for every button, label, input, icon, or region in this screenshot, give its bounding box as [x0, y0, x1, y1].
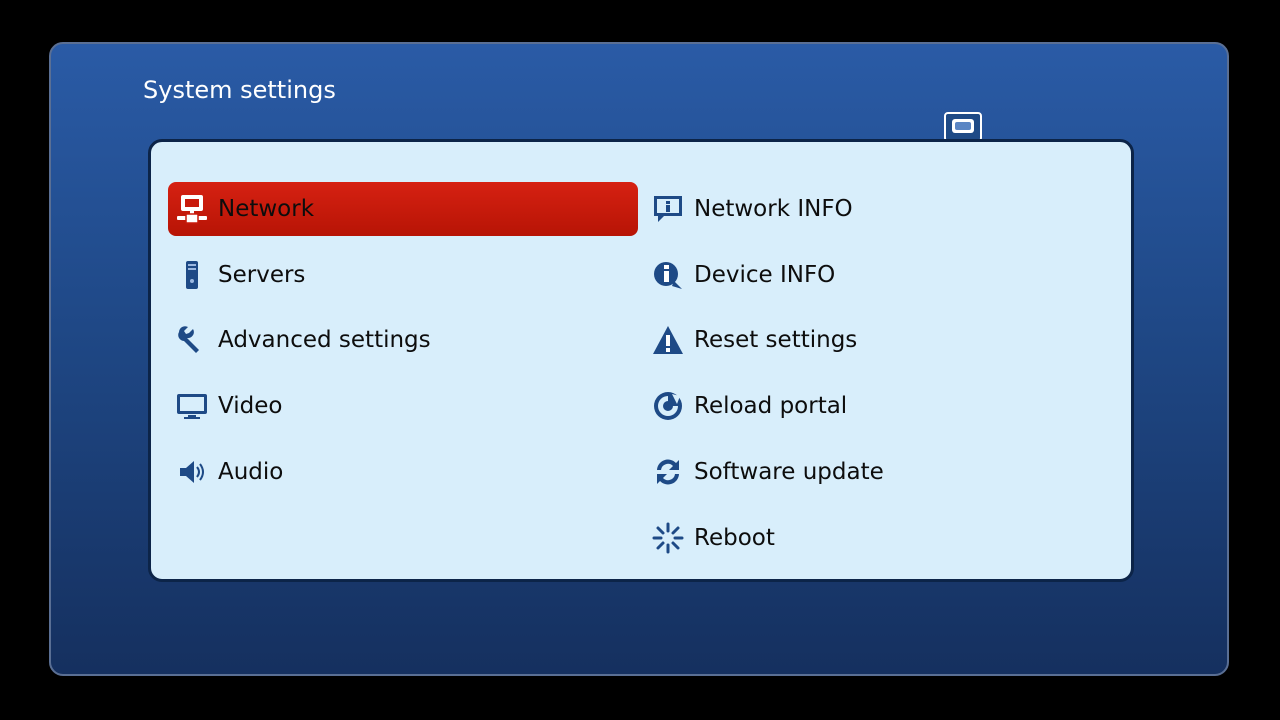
network-icon — [174, 191, 210, 227]
menu-panel: Network Servers Advanced settings Video — [148, 139, 1134, 582]
monitor-icon — [174, 388, 210, 424]
menu-item-label: Network — [218, 196, 315, 222]
menu-item-label: Reload portal — [694, 393, 848, 419]
menu-item-label: Software update — [694, 459, 884, 485]
menu-item-advanced-settings[interactable]: Advanced settings — [168, 313, 638, 367]
menu-item-label: Reboot — [694, 525, 775, 551]
menu-item-label: Servers — [218, 262, 306, 288]
server-icon — [174, 257, 210, 293]
menu-item-label: Video — [218, 393, 283, 419]
menu-item-label: Advanced settings — [218, 327, 431, 353]
warning-icon — [650, 322, 686, 358]
page-title: System settings — [143, 76, 336, 104]
info-bubble-icon — [650, 191, 686, 227]
info-icon — [650, 257, 686, 293]
menu-item-reset-settings[interactable]: Reset settings — [644, 313, 1114, 367]
menu-item-reboot[interactable]: Reboot — [644, 511, 1114, 565]
menu-item-label: Reset settings — [694, 327, 858, 353]
menu-item-video[interactable]: Video — [168, 379, 638, 433]
wrench-icon — [174, 322, 210, 358]
refresh-icon — [650, 454, 686, 490]
reload-portal-icon — [650, 388, 686, 424]
menu-item-network[interactable]: Network — [168, 182, 638, 236]
reboot-spinner-icon — [650, 520, 686, 556]
menu-item-label: Audio — [218, 459, 284, 485]
menu-item-audio[interactable]: Audio — [168, 445, 638, 499]
menu-item-label: Device INFO — [694, 262, 836, 288]
menu-item-network-info[interactable]: Network INFO — [644, 182, 1114, 236]
speaker-icon — [174, 454, 210, 490]
menu-item-software-update[interactable]: Software update — [644, 445, 1114, 499]
menu-item-reload-portal[interactable]: Reload portal — [644, 379, 1114, 433]
menu-item-label: Network INFO — [694, 196, 853, 222]
menu-item-servers[interactable]: Servers — [168, 248, 638, 302]
menu-item-device-info[interactable]: Device INFO — [644, 248, 1114, 302]
settings-window: System settings Network Servers Advanced… — [49, 42, 1229, 676]
